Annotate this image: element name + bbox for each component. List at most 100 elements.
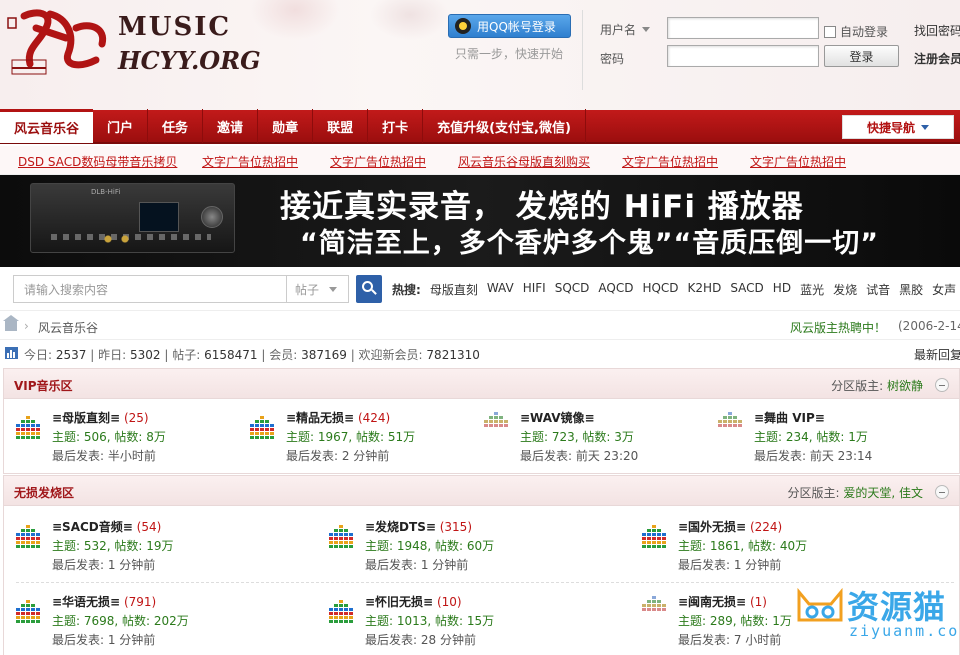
- section-title[interactable]: VIP音乐区: [14, 377, 73, 394]
- ad-link[interactable]: 文字广告位热招中: [750, 153, 846, 170]
- nav-item-recharge[interactable]: 充值升级(支付宝,微信): [423, 109, 586, 143]
- forum-item[interactable]: ≡发烧DTS≡ (315) 主题: 1948, 帖数: 60万 最后发表: 1 …: [327, 516, 627, 576]
- forum-name[interactable]: ≡华语无损≡ (791): [52, 593, 156, 610]
- forum-name[interactable]: ≡发烧DTS≡ (315): [365, 518, 472, 535]
- hot-term[interactable]: 女声: [932, 281, 956, 298]
- hot-term[interactable]: 试音: [866, 281, 890, 298]
- hot-term[interactable]: HQCD: [642, 281, 678, 298]
- forum-item[interactable]: ≡WAV镜像≡ 主题: 723, 帖数: 3万 最后发表: 前天 23:20: [482, 407, 712, 467]
- collapse-icon[interactable]: [935, 485, 949, 499]
- auto-login-checkbox[interactable]: 自动登录: [824, 23, 888, 40]
- hot-term[interactable]: HIFI: [523, 281, 546, 298]
- forum-name[interactable]: ≡WAV镜像≡: [520, 409, 595, 426]
- forum-title[interactable]: ≡华语无损≡: [52, 595, 120, 609]
- moderator-link[interactable]: 树欲静: [887, 379, 923, 393]
- forum-last-post[interactable]: 最后发表: 2 分钟前: [286, 447, 389, 464]
- forum-name[interactable]: ≡国外无损≡ (224): [678, 518, 782, 535]
- ad-link[interactable]: 文字广告位热招中: [202, 153, 298, 170]
- hot-term[interactable]: SACD: [730, 281, 763, 298]
- ad-link[interactable]: 风云音乐谷母版直刻购买: [458, 153, 590, 170]
- nav-item-portal[interactable]: 门户: [93, 109, 149, 143]
- ad-link[interactable]: DSD SACD数码母带音乐拷贝: [18, 153, 177, 170]
- nav-item-invite[interactable]: 邀请: [203, 109, 259, 143]
- forum-title[interactable]: ≡发烧DTS≡: [365, 520, 436, 534]
- breadcrumb-site[interactable]: 风云音乐谷: [38, 319, 98, 336]
- qq-login-button[interactable]: 用QQ帐号登录: [448, 14, 571, 38]
- login-button[interactable]: 登录: [824, 45, 899, 67]
- forum-name[interactable]: ≡怀旧无损≡ (10): [365, 593, 462, 610]
- forum-stats: 主题: 289, 帖数: 1万: [678, 614, 792, 628]
- register-link[interactable]: 注册会员: [914, 50, 960, 67]
- amp-ports: [103, 234, 133, 244]
- search-input[interactable]: 请输入搜索内容: [13, 275, 287, 303]
- username-label[interactable]: 用户名: [600, 21, 651, 38]
- nav-item-medals[interactable]: 勋章: [258, 109, 314, 143]
- forum-item[interactable]: ≡母版直刻≡ (25) 主题: 506, 帖数: 8万 最后发表: 半小时前: [14, 407, 244, 467]
- cat-logo-icon: [797, 587, 843, 622]
- hifi-banner[interactable]: DLB-HiFi 接近真实录音， 发烧的 HiFi 播放器 “简洁至上，多个香炉…: [0, 175, 960, 267]
- forum-last-post[interactable]: 最后发表: 1 分钟前: [678, 556, 781, 573]
- search-button[interactable]: [356, 275, 382, 303]
- nav-item-tasks[interactable]: 任务: [148, 109, 204, 143]
- stats-text: 今日: 2537 | 昨日: 5302 | 帖子: 6158471 | 会员: …: [24, 348, 480, 362]
- equalizer-icon: [16, 600, 40, 623]
- forum-last-post[interactable]: 最后发表: 1 分钟前: [365, 556, 468, 573]
- home-icon[interactable]: [3, 315, 19, 331]
- forum-item[interactable]: ≡华语无损≡ (791) 主题: 7698, 帖数: 202万 最后发表: 1 …: [14, 591, 314, 651]
- checkbox-box[interactable]: [824, 25, 836, 38]
- password-input[interactable]: [667, 45, 819, 67]
- hot-term[interactable]: HD: [773, 281, 791, 298]
- hot-term[interactable]: 母版直刻: [430, 281, 478, 298]
- find-password-link[interactable]: 找回密码: [914, 22, 960, 39]
- forum-item[interactable]: ≡SACD音频≡ (54) 主题: 532, 帖数: 19万 最后发表: 1 分…: [14, 516, 314, 576]
- forum-name[interactable]: ≡舞曲 VIP≡: [754, 409, 825, 426]
- forum-name[interactable]: ≡闽南无损≡ (1): [678, 593, 767, 610]
- ad-link[interactable]: 文字广告位热招中: [330, 153, 426, 170]
- forum-title[interactable]: ≡精品无损≡: [286, 411, 354, 425]
- latest-reply-link[interactable]: 最新回复: [914, 346, 960, 363]
- forum-name[interactable]: ≡母版直刻≡ (25): [52, 409, 149, 426]
- forum-item[interactable]: ≡精品无损≡ (424) 主题: 1967, 帖数: 51万 最后发表: 2 分…: [248, 407, 478, 467]
- hot-term[interactable]: 黑胶: [899, 281, 923, 298]
- hot-term[interactable]: AQCD: [598, 281, 633, 298]
- forum-today-count: (54): [136, 520, 162, 534]
- forum-title[interactable]: ≡舞曲 VIP≡: [754, 411, 825, 425]
- hot-term[interactable]: 蓝光: [800, 281, 824, 298]
- forum-title[interactable]: ≡国外无损≡: [678, 520, 746, 534]
- nav-item-checkin[interactable]: 打卡: [368, 109, 424, 143]
- username-input[interactable]: [667, 17, 819, 39]
- section-title[interactable]: 无损发烧区: [14, 484, 74, 501]
- forum-last-post[interactable]: 最后发表: 前天 23:14: [754, 447, 872, 464]
- amp-screen: [139, 202, 179, 232]
- site-logo[interactable]: MUSIC HCYY.ORG: [6, 8, 261, 78]
- forum-title[interactable]: ≡母版直刻≡: [52, 411, 120, 425]
- announcement-link[interactable]: 风云版主热聘中！: [790, 319, 886, 336]
- nav-item-union[interactable]: 联盟: [313, 109, 369, 143]
- forum-item[interactable]: ≡国外无损≡ (224) 主题: 1861, 帖数: 40万 最后发表: 1 分…: [640, 516, 940, 576]
- forum-last-post[interactable]: 最后发表: 28 分钟前: [365, 631, 476, 648]
- hot-term[interactable]: SQCD: [555, 281, 590, 298]
- forum-title[interactable]: ≡WAV镜像≡: [520, 411, 595, 425]
- forum-last-post[interactable]: 最后发表: 前天 23:20: [520, 447, 638, 464]
- forum-name[interactable]: ≡精品无损≡ (424): [286, 409, 390, 426]
- hot-term[interactable]: WAV: [487, 281, 514, 298]
- newest-member-link[interactable]: 7821310: [426, 348, 479, 362]
- hot-term[interactable]: K2HD: [688, 281, 722, 298]
- quick-nav-button[interactable]: 快捷导航: [842, 115, 954, 139]
- hot-term[interactable]: 发烧: [833, 281, 857, 298]
- nav-home[interactable]: 风云音乐谷: [0, 109, 94, 143]
- ad-link[interactable]: 文字广告位热招中: [622, 153, 718, 170]
- forum-last-post[interactable]: 最后发表: 7 小时前: [678, 631, 781, 648]
- forum-last-post[interactable]: 最后发表: 半小时前: [52, 447, 156, 464]
- forum-title[interactable]: ≡怀旧无损≡: [365, 595, 433, 609]
- forum-title[interactable]: ≡SACD音频≡: [52, 520, 133, 534]
- forum-last-post[interactable]: 最后发表: 1 分钟前: [52, 556, 155, 573]
- forum-name[interactable]: ≡SACD音频≡ (54): [52, 518, 161, 535]
- forum-last-post[interactable]: 最后发表: 1 分钟前: [52, 631, 155, 648]
- search-type-select[interactable]: 帖子: [287, 275, 349, 303]
- forum-title[interactable]: ≡闽南无损≡: [678, 595, 746, 609]
- collapse-icon[interactable]: [935, 378, 949, 392]
- forum-item[interactable]: ≡舞曲 VIP≡ 主题: 234, 帖数: 1万 最后发表: 前天 23:14: [716, 407, 946, 467]
- forum-item[interactable]: ≡怀旧无损≡ (10) 主题: 1013, 帖数: 15万 最后发表: 28 分…: [327, 591, 627, 651]
- moderator-link[interactable]: 爱的天堂, 佳文: [843, 486, 923, 500]
